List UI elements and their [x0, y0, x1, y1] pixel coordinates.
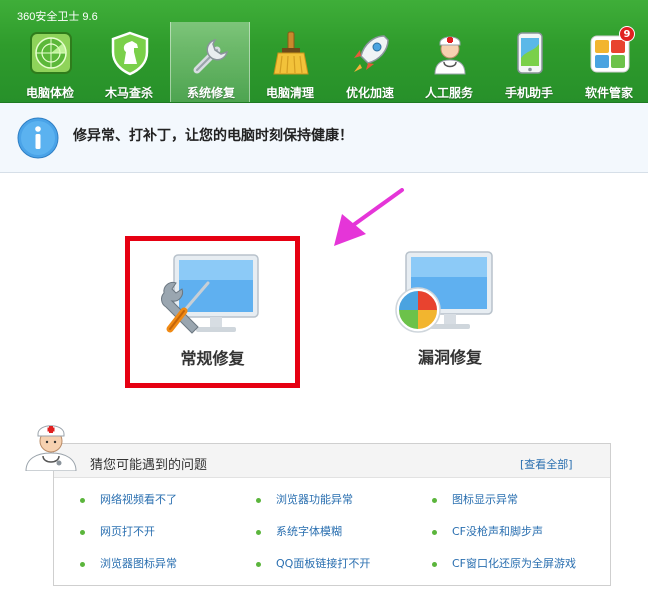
bullet	[432, 530, 437, 535]
update-count-badge: 9	[619, 26, 635, 42]
problem-link[interactable]: 网络视频看不了	[100, 491, 177, 507]
bullet	[256, 562, 261, 567]
vulnerability-repair-label: 漏洞修复	[417, 348, 482, 367]
nav-item-trojan-scan[interactable]: 木马查杀	[89, 22, 169, 102]
regular-repair-card[interactable]: 常规修复	[125, 236, 300, 388]
radar-icon	[30, 32, 72, 74]
problems-header: 猜您可能遇到的问题 [查看全部]	[54, 444, 610, 478]
info-icon	[17, 117, 59, 159]
nav-label: 电脑清理	[265, 86, 314, 100]
problem-link[interactable]: 浏览器图标异常	[100, 555, 177, 571]
rocket-icon	[354, 35, 389, 72]
bullet	[256, 498, 261, 503]
monitor-windows-icon	[395, 251, 493, 333]
phone-icon	[517, 32, 543, 74]
nav-label: 木马查杀	[104, 86, 153, 100]
vulnerability-repair-card[interactable]: 漏洞修复	[370, 236, 530, 388]
nav-label: 人工服务	[424, 86, 473, 100]
problem-link[interactable]: CF没枪声和脚步声	[452, 523, 543, 539]
monitor-tools-icon	[161, 254, 259, 334]
bullet	[432, 498, 437, 503]
bullet	[80, 530, 85, 535]
bullet	[80, 498, 85, 503]
regular-repair-label: 常规修复	[180, 349, 245, 368]
problem-link[interactable]: CF窗口化还原为全屏游戏	[452, 555, 576, 571]
horse-shield-icon	[111, 31, 149, 76]
problem-link[interactable]: 网页打不开	[100, 523, 155, 539]
nav-label: 手机助手	[504, 86, 553, 100]
problem-link[interactable]: 浏览器功能异常	[276, 491, 353, 507]
nav-item-system-repair[interactable]: 系统修复	[170, 22, 250, 102]
nav-item-checkup[interactable]: 电脑体检	[10, 22, 90, 102]
doctor-icon	[434, 36, 466, 75]
doctor-avatar-icon	[25, 425, 77, 471]
nav-label: 电脑体检	[25, 86, 74, 100]
problem-link[interactable]: 系统字体模糊	[276, 523, 342, 539]
nav-item-phone-assistant[interactable]: 手机助手	[489, 22, 569, 102]
nav-item-human-service[interactable]: 人工服务	[409, 22, 489, 102]
wrench-icon	[193, 38, 229, 74]
info-bar: 修异常、打补丁，让您的电脑时刻保持健康！	[0, 103, 648, 173]
problem-link[interactable]: QQ面板链接打不开	[276, 555, 370, 571]
bullet	[80, 562, 85, 567]
nav-label: 优化加速	[345, 86, 394, 100]
problems-title: 猜您可能遇到的问题	[90, 458, 208, 473]
common-problems-panel: 猜您可能遇到的问题 [查看全部] 网络视频看不了 浏览器功能异常 图标显示异常 …	[53, 443, 611, 586]
bullet	[256, 530, 261, 535]
nav-label: 软件管家	[584, 86, 633, 100]
info-message: 修异常、打补丁，让您的电脑时刻保持健康！	[73, 128, 353, 144]
main-nav: 电脑体检 木马查杀 系统修复 电脑清理 优化加速 人工服务 手机助手 9 软件管…	[0, 22, 648, 102]
broom-icon	[273, 31, 309, 75]
problem-link[interactable]: 图标显示异常	[452, 491, 518, 507]
nav-label: 系统修复	[186, 86, 235, 100]
bullet	[432, 562, 437, 567]
view-all-link[interactable]: [查看全部]	[520, 456, 573, 472]
main-toolbar: 360安全卫士 9.6 电脑体检 木马查杀 系统修复 电脑清理 优化加速 人工服…	[0, 0, 648, 103]
nav-item-cleanup[interactable]: 电脑清理	[250, 22, 330, 102]
nav-item-software-manager[interactable]: 9 软件管家	[569, 22, 648, 102]
nav-item-speedup[interactable]: 优化加速	[330, 22, 410, 102]
